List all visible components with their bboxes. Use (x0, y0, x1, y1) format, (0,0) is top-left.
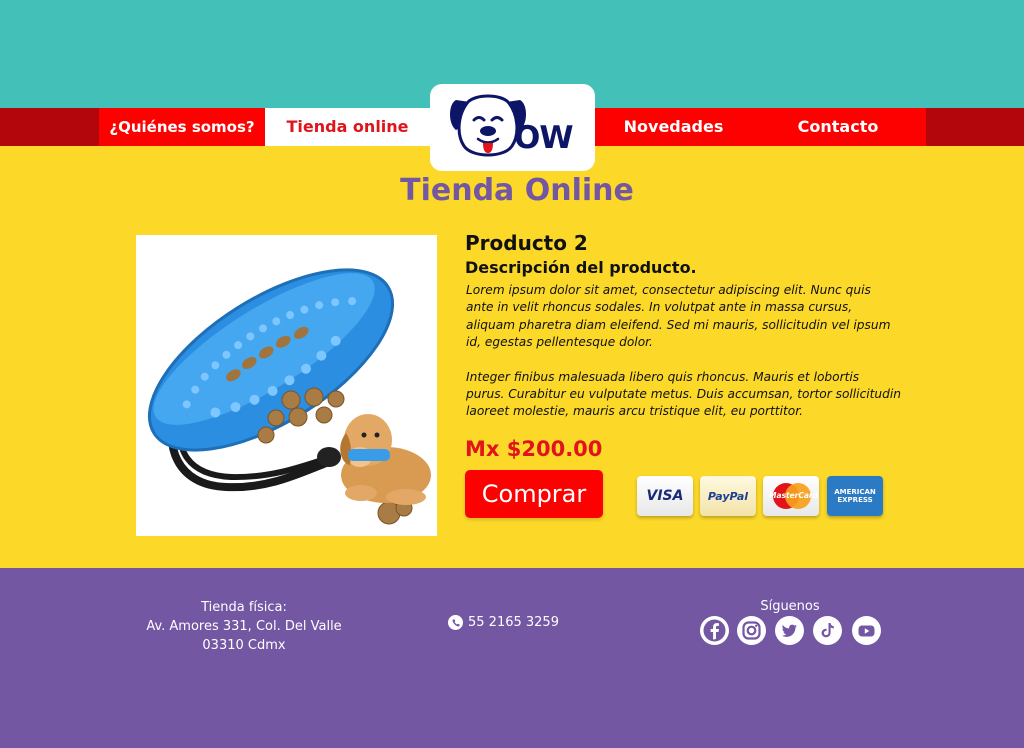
amex-icon: AMERICAN EXPRESS (827, 476, 883, 516)
address-line-1: Av. Amores 331, Col. Del Valle (146, 619, 342, 634)
footer (0, 568, 1024, 748)
product-price: Mx $200.00 (465, 437, 603, 461)
buy-button[interactable]: Comprar (465, 470, 603, 518)
logo[interactable]: OW (430, 84, 595, 171)
product-image (136, 235, 437, 536)
phone-number: 55 2165 3259 (468, 615, 559, 630)
visa-label: VISA (646, 488, 684, 504)
youtube-icon[interactable] (852, 616, 881, 645)
nav-link-shop[interactable]: Tienda online (265, 108, 430, 146)
product-subtitle: Descripción del producto. (465, 258, 697, 277)
follow-label: Síguenos (760, 599, 820, 614)
page-title: Tienda Online (400, 173, 634, 208)
amex-label-2: EXPRESS (837, 496, 873, 504)
mastercard-icon: MasterCard (763, 476, 819, 516)
whatsapp-icon (448, 615, 463, 630)
facebook-icon[interactable] (700, 616, 729, 645)
address-line-2: 03310 Cdmx (202, 638, 286, 653)
nav-link-news[interactable]: Novedades (595, 108, 752, 146)
instagram-icon[interactable] (737, 616, 766, 645)
mastercard-label: MasterCard (769, 491, 818, 500)
nav-link-about[interactable]: ¿Quiénes somos? (99, 108, 265, 146)
tiktok-icon[interactable] (813, 616, 842, 645)
store-label: Tienda física: (201, 600, 287, 615)
store-address: Tienda física: Av. Amores 331, Col. Del … (130, 598, 358, 655)
nav-link-contact[interactable]: Contacto (770, 108, 906, 146)
visa-icon: VISA (637, 476, 693, 516)
product-description-p1: Lorem ipsum dolor sit amet, consectetur … (466, 283, 891, 350)
product-name: Producto 2 (465, 231, 588, 255)
paypal-icon: PayPal (700, 476, 756, 516)
phone-contact[interactable]: 55 2165 3259 (448, 613, 588, 632)
amex-label-1: AMERICAN (834, 488, 876, 496)
twitter-icon[interactable] (775, 616, 804, 645)
product-description: Lorem ipsum dolor sit amet, consectetur … (466, 282, 901, 421)
product-description-p2: Integer finibus malesuada libero quis rh… (466, 369, 902, 419)
paypal-label: PayPal (707, 489, 749, 503)
logo-text: OW (514, 120, 574, 156)
